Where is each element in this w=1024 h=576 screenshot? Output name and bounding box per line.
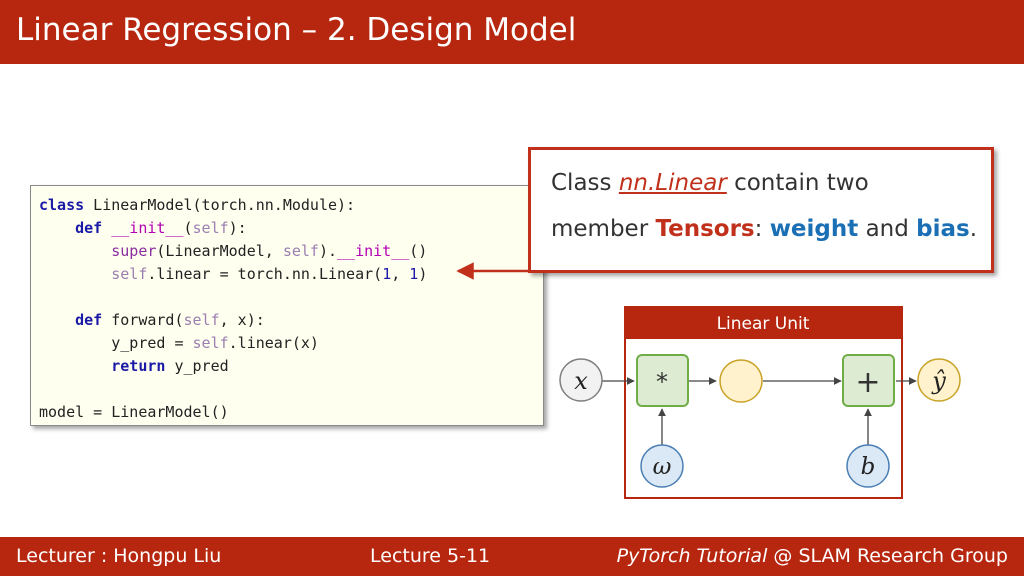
add-label: + <box>855 365 880 400</box>
linear-unit-title: Linear Unit <box>717 314 810 334</box>
linear-unit-diagram: Linear Unit x * + ŷ ω b <box>456 262 961 499</box>
bias-label: b <box>861 454 876 480</box>
footer-lecturer: Lecturer : Hongpu Liu <box>16 545 222 567</box>
footer-course: PyTorch Tutorial @ SLAM Research Group <box>617 537 1008 576</box>
multiply-label: * <box>656 368 668 396</box>
intermediate-node <box>719 359 763 403</box>
input-x-label: x <box>574 367 588 395</box>
output-y-label: ŷ <box>931 367 946 395</box>
footer-bar: Lecturer : Hongpu Liu Lecture 5-11 PyTor… <box>0 537 1024 576</box>
footer-course-group: @ SLAM Research Group <box>767 545 1008 567</box>
footer-course-name: PyTorch Tutorial <box>616 545 768 567</box>
footer-lecture-number: Lecture 5-11 <box>370 545 491 567</box>
weight-label: ω <box>653 454 672 480</box>
